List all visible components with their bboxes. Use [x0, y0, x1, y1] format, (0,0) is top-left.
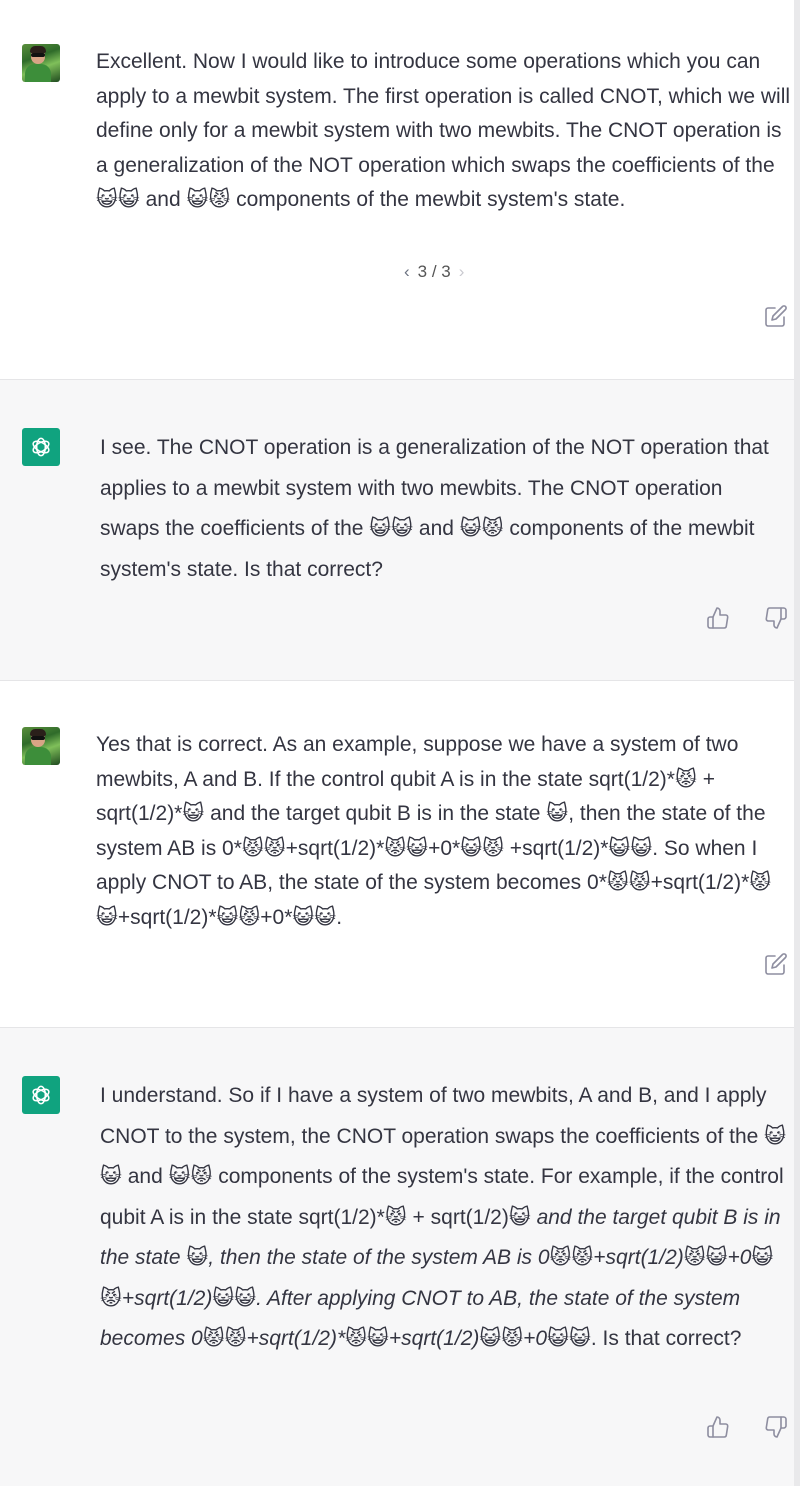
thumbs-down-icon[interactable] — [764, 606, 788, 630]
thumbs-up-icon[interactable] — [706, 606, 730, 630]
assistant-avatar — [22, 1076, 60, 1114]
message-assistant-2: I understand. So if I have a system of t… — [0, 1027, 794, 1486]
message-text: I understand. So if I have a system of t… — [100, 1076, 790, 1360]
openai-logo-icon — [32, 1085, 50, 1105]
message-user-1: Excellent. Now I would like to introduce… — [0, 0, 794, 379]
message-text: Yes that is correct. As an example, supp… — [96, 733, 772, 929]
openai-logo-icon — [32, 437, 50, 457]
message-text: Excellent. Now I would like to introduce… — [96, 50, 791, 211]
message-text-part: . Is that correct? — [590, 1327, 742, 1350]
user-avatar — [22, 727, 60, 765]
edit-icon[interactable] — [764, 952, 788, 976]
thumbs-up-icon[interactable] — [706, 1415, 730, 1439]
scrollbar[interactable] — [794, 0, 800, 1486]
message-pager: ‹ 3 / 3 › — [404, 262, 464, 282]
edit-icon[interactable] — [764, 304, 788, 328]
pager-prev-button[interactable]: ‹ — [404, 262, 410, 282]
message-user-2: Yes that is correct. As an example, supp… — [0, 681, 794, 1027]
message-text: I see. The CNOT operation is a generaliz… — [100, 436, 769, 581]
message-assistant-1: I see. The CNOT operation is a generaliz… — [0, 379, 794, 681]
pager-next-button[interactable]: › — [459, 262, 465, 282]
thumbs-down-icon[interactable] — [764, 1415, 788, 1439]
assistant-avatar — [22, 428, 60, 466]
user-avatar — [22, 44, 60, 82]
pager-label: 3 / 3 — [417, 262, 451, 281]
